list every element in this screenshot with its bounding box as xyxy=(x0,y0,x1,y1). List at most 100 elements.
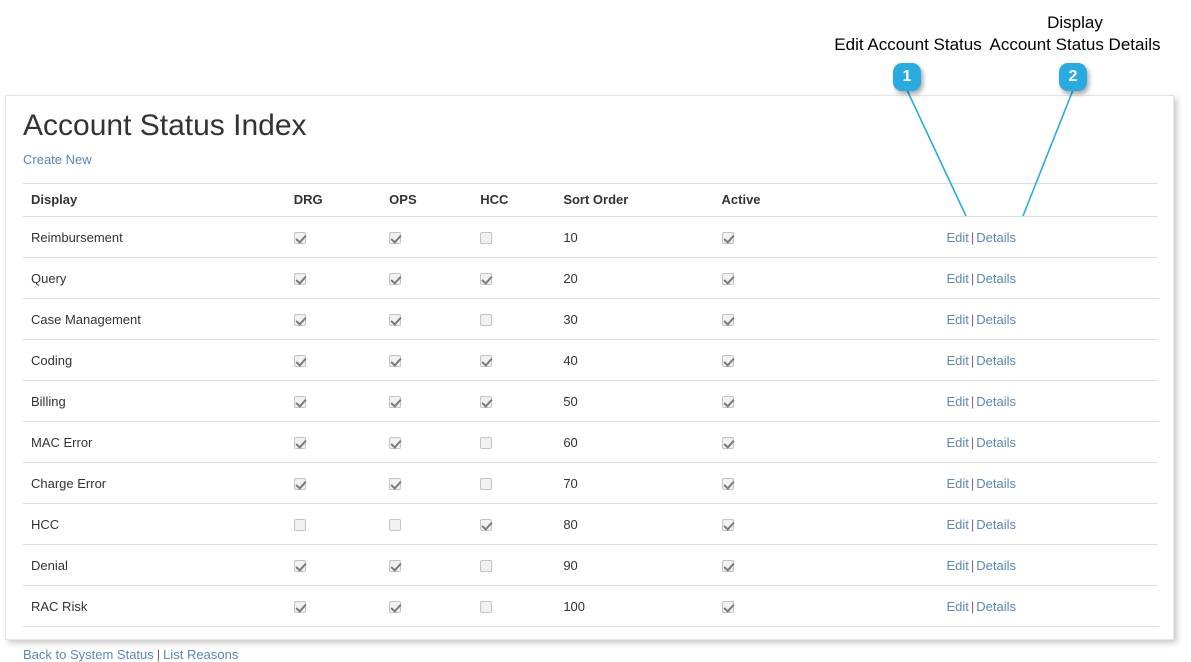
details-link[interactable]: Details xyxy=(976,353,1016,368)
cell-actions: Edit | Details xyxy=(880,462,1158,504)
ops-checkbox[interactable] xyxy=(389,355,402,368)
edit-link[interactable]: Edit xyxy=(946,312,968,327)
cell-sort-order: 10 xyxy=(563,216,722,258)
callout-badge-2: 2 xyxy=(1059,63,1087,91)
column-header-active[interactable]: Active xyxy=(721,183,881,217)
active-checkbox[interactable] xyxy=(721,314,734,327)
edit-link[interactable]: Edit xyxy=(946,353,968,368)
active-checkbox[interactable] xyxy=(721,478,734,491)
edit-link[interactable]: Edit xyxy=(946,558,968,573)
edit-link[interactable]: Edit xyxy=(946,435,968,450)
drg-checkbox[interactable] xyxy=(293,314,306,327)
list-reasons-link[interactable]: List Reasons xyxy=(163,647,238,662)
drg-checkbox[interactable] xyxy=(293,355,306,368)
edit-link[interactable]: Edit xyxy=(946,394,968,409)
details-link[interactable]: Details xyxy=(976,435,1016,450)
active-checkbox[interactable] xyxy=(721,273,734,286)
hcc-checkbox[interactable] xyxy=(480,273,493,286)
active-checkbox[interactable] xyxy=(721,355,734,368)
active-checkbox[interactable] xyxy=(721,601,734,614)
edit-link[interactable]: Edit xyxy=(946,271,968,286)
column-header-ops[interactable]: OPS xyxy=(389,183,481,217)
hcc-checkbox[interactable] xyxy=(480,314,493,327)
create-new-link[interactable]: Create New xyxy=(23,152,92,167)
hcc-checkbox[interactable] xyxy=(480,232,493,245)
ops-checkbox[interactable] xyxy=(389,519,402,532)
column-header-hcc[interactable]: HCC xyxy=(480,183,564,217)
active-cell xyxy=(721,380,881,422)
drg-checkbox[interactable] xyxy=(293,601,306,614)
ops-cell xyxy=(389,503,481,545)
table-row: MAC Error 60 Edit | Details xyxy=(23,421,1158,463)
table-row: RAC Risk 100 Edit | Details xyxy=(23,585,1158,627)
footer-separator: | xyxy=(156,647,161,662)
details-link[interactable]: Details xyxy=(976,558,1016,573)
hcc-checkbox[interactable] xyxy=(480,601,493,614)
active-cell xyxy=(721,421,881,463)
cell-display: Billing xyxy=(23,380,294,422)
active-checkbox[interactable] xyxy=(721,232,734,245)
back-to-system-status-link[interactable]: Back to System Status xyxy=(23,647,154,662)
footer-links: Back to System Status | List Reasons xyxy=(23,647,1173,662)
drg-checkbox[interactable] xyxy=(293,273,306,286)
ops-checkbox[interactable] xyxy=(389,273,402,286)
ops-checkbox[interactable] xyxy=(389,232,402,245)
hcc-checkbox[interactable] xyxy=(480,478,493,491)
ops-cell xyxy=(389,544,481,586)
drg-checkbox[interactable] xyxy=(293,560,306,573)
drg-checkbox[interactable] xyxy=(293,396,306,409)
ops-checkbox[interactable] xyxy=(389,314,402,327)
active-checkbox[interactable] xyxy=(721,560,734,573)
ops-cell xyxy=(389,298,481,340)
hcc-checkbox[interactable] xyxy=(480,396,493,409)
drg-checkbox[interactable] xyxy=(293,232,306,245)
ops-checkbox[interactable] xyxy=(389,601,402,614)
details-link[interactable]: Details xyxy=(976,271,1016,286)
ops-checkbox[interactable] xyxy=(389,437,402,450)
cell-actions: Edit | Details xyxy=(880,257,1158,299)
edit-link[interactable]: Edit xyxy=(946,476,968,491)
ops-checkbox[interactable] xyxy=(389,560,402,573)
active-cell xyxy=(721,298,881,340)
active-checkbox[interactable] xyxy=(721,437,734,450)
ops-cell xyxy=(389,421,481,463)
hcc-cell xyxy=(480,585,564,627)
ops-cell xyxy=(389,257,481,299)
create-new-link-wrap: Create New xyxy=(23,151,1173,169)
cell-display: Coding xyxy=(23,339,294,381)
details-link[interactable]: Details xyxy=(976,394,1016,409)
ops-cell xyxy=(389,339,481,381)
hcc-checkbox[interactable] xyxy=(480,560,493,573)
column-header-sort-order[interactable]: Sort Order xyxy=(563,183,722,217)
active-checkbox[interactable] xyxy=(721,519,734,532)
column-header-display[interactable]: Display xyxy=(23,183,294,217)
edit-link[interactable]: Edit xyxy=(946,599,968,614)
active-cell xyxy=(721,462,881,504)
details-link[interactable]: Details xyxy=(976,312,1016,327)
ops-checkbox[interactable] xyxy=(389,396,402,409)
column-header-drg[interactable]: DRG xyxy=(293,183,390,217)
account-status-index-card: Account Status Index Create New Display … xyxy=(5,95,1174,662)
ops-checkbox[interactable] xyxy=(389,478,402,491)
drg-cell xyxy=(293,257,390,299)
active-checkbox[interactable] xyxy=(721,396,734,409)
details-link[interactable]: Details xyxy=(976,599,1016,614)
hcc-checkbox[interactable] xyxy=(480,355,493,368)
drg-checkbox[interactable] xyxy=(293,437,306,450)
details-link[interactable]: Details xyxy=(976,517,1016,532)
drg-cell xyxy=(293,216,390,258)
details-link[interactable]: Details xyxy=(976,476,1016,491)
hcc-checkbox[interactable] xyxy=(480,437,493,450)
table-row: Reimbursement 10 Edit | Details xyxy=(23,216,1158,258)
drg-checkbox[interactable] xyxy=(293,478,306,491)
ops-cell xyxy=(389,216,481,258)
cell-sort-order: 70 xyxy=(563,462,722,504)
active-cell xyxy=(721,585,881,627)
callout-label-2: Display Account Status Details xyxy=(989,13,1161,54)
edit-link[interactable]: Edit xyxy=(946,517,968,532)
drg-cell xyxy=(293,421,390,463)
drg-checkbox[interactable] xyxy=(293,519,306,532)
edit-link[interactable]: Edit xyxy=(946,230,968,245)
hcc-checkbox[interactable] xyxy=(480,519,493,532)
details-link[interactable]: Details xyxy=(976,230,1016,245)
